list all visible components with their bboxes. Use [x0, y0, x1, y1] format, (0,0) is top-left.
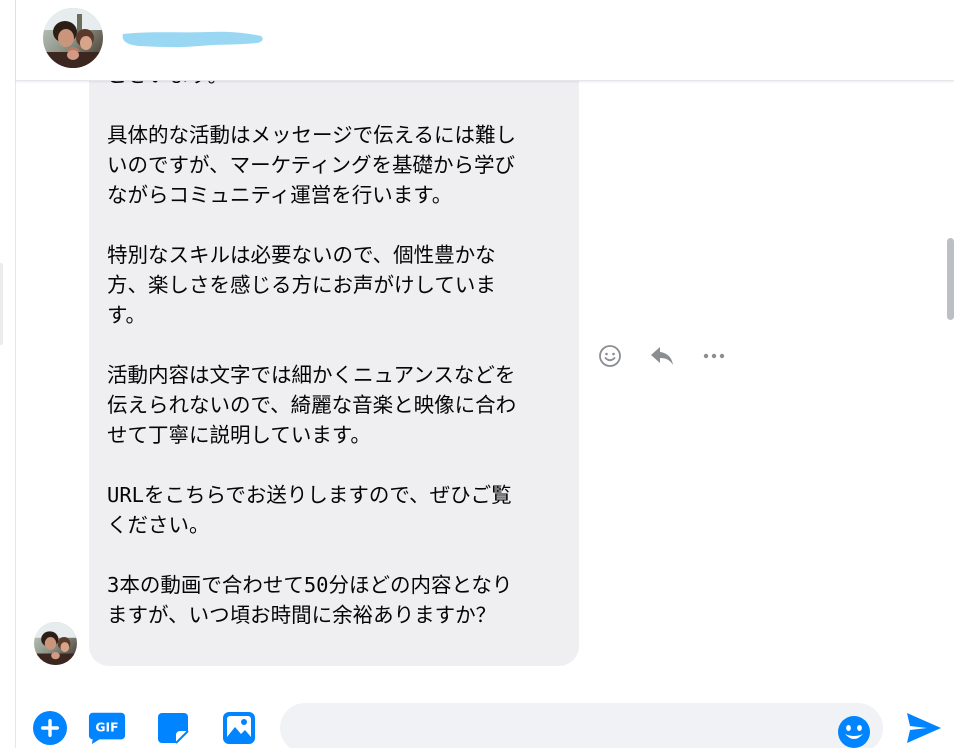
gif-label: GIF	[95, 720, 118, 734]
message-list[interactable]: ございます。 具体的な活動はメッセージで伝えるには難し いのですが、マーケティン…	[16, 81, 946, 686]
message-input-wrapper	[280, 703, 883, 748]
composer-bar: GIF	[16, 688, 954, 748]
messenger-window: ございます。 具体的な活動はメッセージで伝えるには難し いのですが、マーケティン…	[0, 0, 954, 748]
contact-name-redacted	[119, 25, 265, 51]
reply-icon[interactable]	[649, 343, 675, 369]
contact-avatar[interactable]	[43, 8, 103, 68]
message-actions	[597, 341, 727, 371]
scrollbar-thumb[interactable]	[947, 238, 954, 320]
plus-icon[interactable]	[31, 709, 69, 747]
image-icon[interactable]	[220, 709, 258, 747]
left-edge-tab	[0, 263, 3, 345]
sender-avatar[interactable]	[34, 622, 77, 665]
send-icon[interactable]	[904, 709, 944, 747]
chat-header	[16, 0, 954, 81]
more-icon[interactable]	[701, 343, 727, 369]
gif-icon[interactable]: GIF	[88, 709, 126, 747]
emoji-icon[interactable]	[835, 713, 873, 748]
smile-icon[interactable]	[597, 343, 623, 369]
message-text: ございます。 具体的な活動はメッセージで伝えるには難し いのですが、マーケティン…	[107, 81, 517, 627]
message-input[interactable]	[298, 712, 822, 746]
sticker-icon[interactable]	[154, 709, 192, 747]
